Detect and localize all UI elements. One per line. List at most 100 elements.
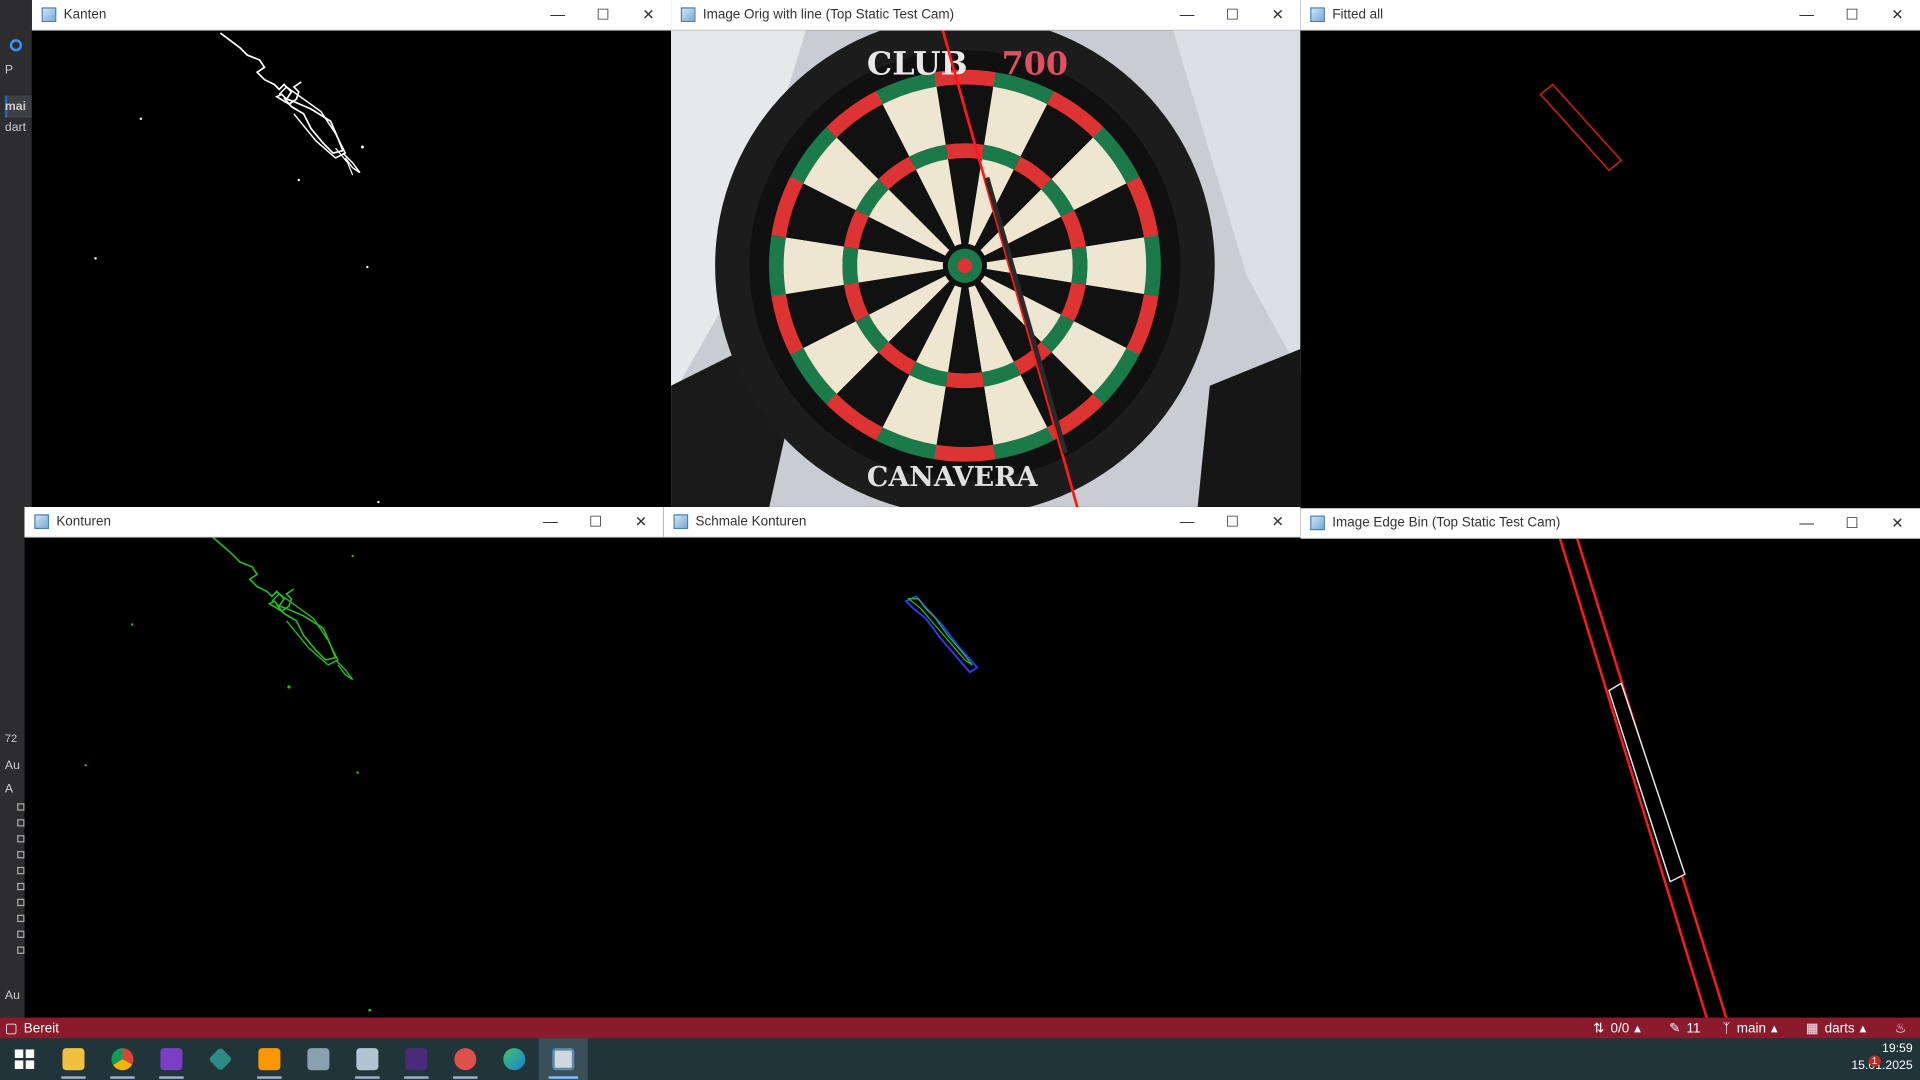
taskbar-sublime[interactable] xyxy=(245,1038,294,1080)
dartboard-photo: CLUB 700 CANAVERA xyxy=(671,30,1301,509)
dartboard-segment xyxy=(945,372,985,389)
pending-indicator[interactable]: ✎ 11 xyxy=(1669,1020,1700,1036)
edge-image-canvas[interactable] xyxy=(31,30,672,509)
system-clock[interactable]: 19:59 15.01.2025 xyxy=(1851,1041,1912,1075)
vs-checkbox[interactable] xyxy=(17,930,25,938)
maximize-icon[interactable]: ☐ xyxy=(1210,0,1255,30)
paint-app-icon xyxy=(454,1048,477,1071)
close-icon[interactable]: ✕ xyxy=(1255,0,1300,30)
window-kanten[interactable]: Kanten — ☐ ✕ xyxy=(31,0,672,509)
contour-image-canvas[interactable] xyxy=(24,537,664,1019)
fitted-image-canvas[interactable] xyxy=(1300,30,1920,509)
window-title: Image Orig with line (Top Static Test Ca… xyxy=(702,7,955,23)
narrow-contour-canvas[interactable] xyxy=(663,537,1301,1019)
branch-selector[interactable]: ᛉ main ▴ xyxy=(1723,1020,1784,1036)
vs-checkbox[interactable] xyxy=(17,946,25,954)
minimize-icon[interactable]: — xyxy=(535,0,580,30)
running-indicator xyxy=(453,1076,478,1079)
window-app-icon xyxy=(41,7,57,23)
dartboard-segment xyxy=(768,235,786,297)
window-schmale-konturen[interactable]: Schmale Konturen — ☐ ✕ xyxy=(663,506,1301,1019)
vs-checkbox[interactable] xyxy=(17,898,25,907)
vs-checkbox[interactable] xyxy=(17,803,25,811)
git-branch-icon: ᛉ xyxy=(1722,1020,1731,1036)
vs-tab-label: mai xyxy=(4,100,27,114)
close-icon[interactable]: ✕ xyxy=(1875,508,1920,538)
narrow-contour-image xyxy=(904,595,979,674)
vs-checkbox[interactable] xyxy=(17,866,25,875)
taskbar-file-explorer[interactable] xyxy=(49,1038,98,1080)
window-title: Konturen xyxy=(56,514,112,529)
close-icon[interactable]: ✕ xyxy=(1255,507,1300,537)
taskbar-remote-desktop[interactable] xyxy=(343,1038,392,1080)
vs-item-label[interactable]: dart xyxy=(5,121,32,134)
minimize-icon[interactable]: — xyxy=(1784,508,1829,538)
minimize-icon[interactable]: — xyxy=(1784,0,1829,30)
dartboard-model-text: 700 xyxy=(1002,45,1068,83)
chevron-up-icon: ▴ xyxy=(1770,1021,1778,1036)
taskbar-paint[interactable] xyxy=(441,1038,490,1080)
pending-count: 11 xyxy=(1686,1020,1701,1036)
window-titlebar[interactable]: Schmale Konturen — ☐ ✕ xyxy=(663,506,1301,538)
pencil-icon: ✎ xyxy=(1669,1021,1681,1036)
edge-image xyxy=(94,32,380,504)
window-titlebar[interactable]: Kanten — ☐ ✕ xyxy=(31,0,672,31)
notification-center[interactable]: 1 xyxy=(1868,1051,1881,1068)
taskbar-python-window[interactable] xyxy=(538,1038,588,1080)
dartboard-maker-text: CANAVERA xyxy=(867,462,1039,493)
close-icon[interactable]: ✕ xyxy=(618,507,663,537)
windows-start-icon xyxy=(14,1049,35,1069)
window-app-icon xyxy=(673,514,689,529)
repo-name: darts xyxy=(1824,1020,1855,1036)
window-app-icon xyxy=(680,7,696,23)
start-button[interactable] xyxy=(0,1038,49,1080)
maximize-icon[interactable]: ☐ xyxy=(1210,507,1255,537)
window-image-edge-bin[interactable]: Image Edge Bin (Top Static Test Cam) — ☐… xyxy=(1300,508,1920,1019)
window-fitted-all[interactable]: Fitted all — ☐ ✕ xyxy=(1300,0,1920,509)
close-icon[interactable]: ✕ xyxy=(1875,0,1920,30)
running-indicator xyxy=(404,1076,429,1079)
vs-checkbox[interactable] xyxy=(17,835,25,843)
maximize-icon[interactable]: ☐ xyxy=(573,507,618,537)
minimize-icon[interactable]: — xyxy=(1164,507,1209,537)
taskbar-chrome[interactable] xyxy=(98,1038,147,1080)
running-indicator xyxy=(548,1076,578,1079)
window-titlebar[interactable]: Fitted all — ☐ ✕ xyxy=(1300,0,1920,31)
terminal-icon xyxy=(405,1048,428,1071)
window-titlebar[interactable]: Image Edge Bin (Top Static Test Cam) — ☐… xyxy=(1300,508,1920,539)
vs-checkbox[interactable] xyxy=(17,819,25,827)
chevron-up-icon: ▴ xyxy=(1634,1021,1641,1036)
clock-date: 15.01.2025 xyxy=(1851,1059,1913,1073)
camera-image-canvas[interactable]: CLUB 700 CANAVERA xyxy=(671,30,1301,509)
running-indicator xyxy=(159,1076,184,1079)
maximize-icon[interactable]: ☐ xyxy=(1829,0,1874,30)
changes-indicator[interactable]: ⇅ 0/0 ▴ xyxy=(1593,1020,1647,1036)
edge-bin-canvas[interactable] xyxy=(1300,538,1920,1019)
bell-icon: ♨ xyxy=(1894,1021,1907,1036)
running-indicator xyxy=(257,1076,282,1079)
window-image-orig[interactable]: Image Orig with line (Top Static Test Ca… xyxy=(671,0,1301,509)
taskbar-terminal[interactable] xyxy=(392,1038,441,1080)
taskbar-network-app[interactable] xyxy=(294,1038,343,1080)
desktop: P mai dart 72 Au A Au Kanten — ☐ ✕ Image… xyxy=(0,0,1920,1080)
close-icon[interactable]: ✕ xyxy=(626,0,671,30)
repo-selector[interactable]: ▦ darts ▴ xyxy=(1806,1020,1873,1036)
taskbar-visual-studio[interactable] xyxy=(147,1038,196,1080)
vs-status-icon xyxy=(9,39,23,52)
notification-count: 1 xyxy=(1868,1055,1881,1067)
minimize-icon[interactable]: — xyxy=(1164,0,1209,30)
maximize-icon[interactable]: ☐ xyxy=(1829,508,1874,538)
vs-checkbox[interactable] xyxy=(17,882,25,891)
notification-bell[interactable]: ♨ xyxy=(1894,1020,1912,1036)
branch-name: main xyxy=(1736,1020,1766,1036)
minimize-icon[interactable]: — xyxy=(528,507,573,537)
taskbar-edge[interactable] xyxy=(490,1038,539,1080)
window-titlebar[interactable]: Konturen — ☐ ✕ xyxy=(24,506,664,538)
vs-checkbox[interactable] xyxy=(17,851,25,859)
vs-checkbox[interactable] xyxy=(17,914,25,923)
window-konturen[interactable]: Konturen — ☐ ✕ xyxy=(24,506,664,1019)
maximize-icon[interactable]: ☐ xyxy=(580,0,625,30)
taskbar-git[interactable] xyxy=(196,1038,245,1080)
status-text: Bereit xyxy=(23,1020,59,1036)
window-titlebar[interactable]: Image Orig with line (Top Static Test Ca… xyxy=(671,0,1301,31)
